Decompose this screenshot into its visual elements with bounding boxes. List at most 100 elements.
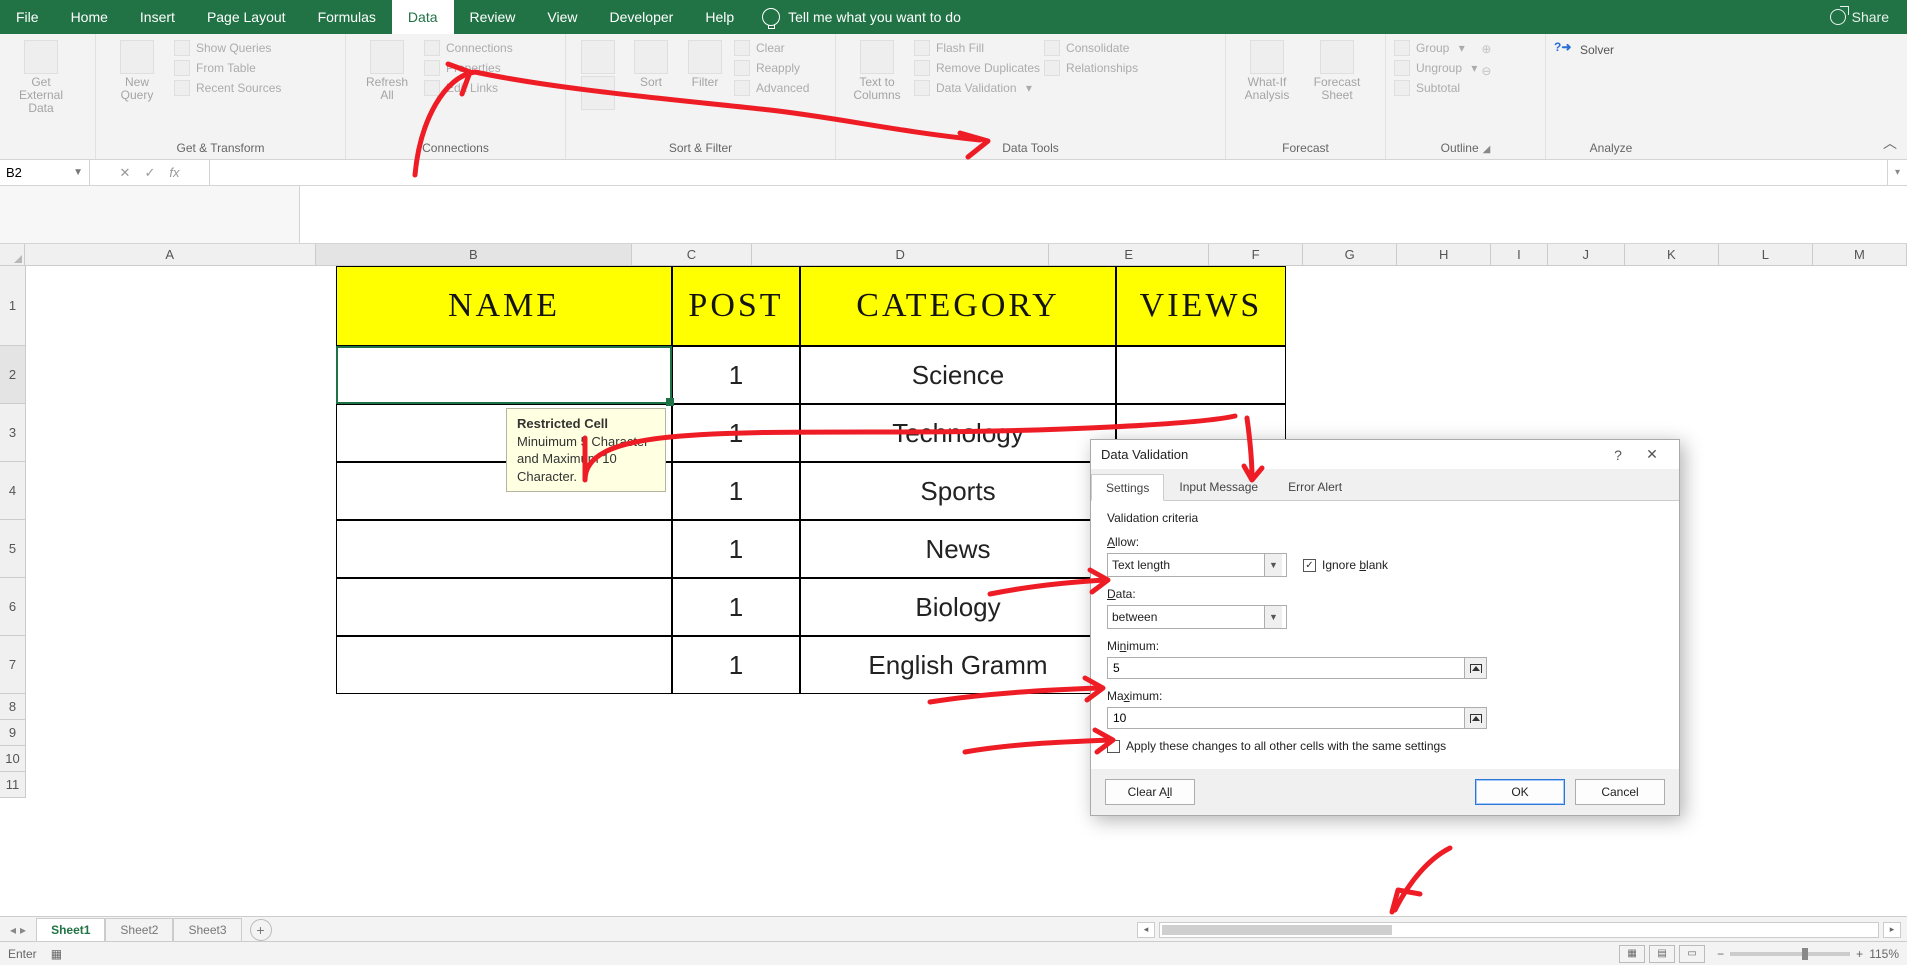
remove-duplicates-button[interactable]: Remove Duplicates	[914, 60, 1040, 76]
data-dropdown[interactable]: between▼	[1107, 605, 1287, 629]
tab-data[interactable]: Data	[392, 0, 454, 34]
outline-minus-icon[interactable]: ⊖	[1481, 64, 1491, 78]
header-category[interactable]: CATEGORY	[800, 266, 1116, 346]
what-if-button[interactable]: What-If Analysis	[1234, 40, 1300, 102]
tell-me[interactable]: Tell me what you want to do	[750, 0, 961, 34]
view-pagelayout-button[interactable]: ▤	[1649, 945, 1675, 963]
zoom-slider[interactable]	[1730, 952, 1850, 956]
clear-filter-button[interactable]: Clear	[734, 40, 809, 56]
sheet-nav-prev[interactable]: ▸	[20, 923, 26, 937]
tab-view[interactable]: View	[531, 0, 593, 34]
cell-category-r2[interactable]: Science	[800, 346, 1116, 404]
row-header-2[interactable]: 2	[0, 346, 26, 404]
cell-post-r7[interactable]: 1	[672, 636, 800, 694]
cell-views-r2[interactable]	[1116, 346, 1286, 404]
cell-name-r7[interactable]	[336, 636, 672, 694]
cell-name-r5[interactable]	[336, 520, 672, 578]
hscroll-left[interactable]: ◂	[1137, 922, 1155, 938]
row-header-8[interactable]: 8	[0, 694, 26, 720]
hscroll-right[interactable]: ▸	[1883, 922, 1901, 938]
minimum-input[interactable]	[1107, 657, 1465, 679]
cell-category-r5[interactable]: News	[800, 520, 1116, 578]
zoom-value[interactable]: 115%	[1869, 947, 1899, 961]
apply-same-settings-checkbox[interactable]: Apply these changes to all other cells w…	[1107, 739, 1663, 753]
col-header-l[interactable]: L	[1719, 244, 1813, 266]
ignore-blank-checkbox[interactable]: ✓Ignore blank	[1303, 558, 1388, 572]
row-header-10[interactable]: 10	[0, 746, 26, 772]
fx-icon[interactable]: fx	[169, 165, 179, 180]
cell-post-r3[interactable]: 1	[672, 404, 800, 462]
consolidate-button[interactable]: Consolidate	[1044, 40, 1138, 56]
maximum-input[interactable]	[1107, 707, 1465, 729]
tab-developer[interactable]: Developer	[594, 0, 690, 34]
cell-name-r6[interactable]	[336, 578, 672, 636]
row-header-11[interactable]: 11	[0, 772, 26, 798]
dialog-tab-settings[interactable]: Settings	[1091, 474, 1164, 501]
range-picker-icon[interactable]	[1465, 657, 1487, 679]
new-query-button[interactable]: New Query	[104, 40, 170, 102]
col-header-g[interactable]: G	[1303, 244, 1397, 266]
forecast-sheet-button[interactable]: Forecast Sheet	[1304, 40, 1370, 102]
header-post[interactable]: POST	[672, 266, 800, 346]
properties-button[interactable]: Properties	[424, 60, 513, 76]
sheet-tab-3[interactable]: Sheet3	[173, 918, 241, 941]
row-header-7[interactable]: 7	[0, 636, 26, 694]
refresh-all-button[interactable]: Refresh All	[354, 40, 420, 102]
connections-button[interactable]: Connections	[424, 40, 513, 56]
col-header-i[interactable]: I	[1491, 244, 1547, 266]
hscroll-track[interactable]	[1159, 922, 1879, 938]
ok-button[interactable]: OK	[1475, 779, 1565, 805]
filter-button[interactable]: Filter	[680, 40, 730, 89]
tab-formulas[interactable]: Formulas	[302, 0, 392, 34]
formula-bar-input[interactable]	[210, 160, 1887, 185]
active-cell-b2[interactable]	[336, 346, 672, 404]
zoom-in-button[interactable]: +	[1856, 947, 1863, 961]
range-picker-icon[interactable]	[1465, 707, 1487, 729]
col-header-h[interactable]: H	[1397, 244, 1491, 266]
hscroll-thumb[interactable]	[1162, 925, 1392, 935]
outline-dialog-launcher[interactable]: ◢	[1483, 144, 1491, 155]
sheet-tab-1[interactable]: Sheet1	[36, 918, 105, 943]
col-header-e[interactable]: E	[1049, 244, 1209, 266]
dialog-tab-input-message[interactable]: Input Message	[1164, 473, 1273, 500]
sheet-nav-first[interactable]: ◂	[10, 923, 16, 937]
col-header-j[interactable]: J	[1548, 244, 1625, 266]
sort-button[interactable]: Sort	[626, 40, 676, 89]
outline-plus-icon[interactable]: ⊕	[1481, 42, 1491, 56]
row-header-9[interactable]: 9	[0, 720, 26, 746]
dialog-tab-error-alert[interactable]: Error Alert	[1273, 473, 1357, 500]
show-queries-button[interactable]: Show Queries	[174, 40, 281, 56]
tab-insert[interactable]: Insert	[124, 0, 191, 34]
cell-category-r7[interactable]: English Gramm	[800, 636, 1116, 694]
cell-category-r6[interactable]: Biology	[800, 578, 1116, 636]
group-button[interactable]: Group ▾	[1394, 40, 1477, 56]
data-validation-button[interactable]: Data Validation ▾	[914, 80, 1040, 96]
from-table-button[interactable]: From Table	[174, 60, 281, 76]
cell-post-r5[interactable]: 1	[672, 520, 800, 578]
recent-sources-button[interactable]: Recent Sources	[174, 80, 281, 96]
macro-record-icon[interactable]: ▦	[51, 947, 62, 961]
tab-pagelayout[interactable]: Page Layout	[191, 0, 302, 34]
tab-home[interactable]: Home	[55, 0, 124, 34]
row-header-3[interactable]: 3	[0, 404, 26, 462]
subtotal-button[interactable]: Subtotal	[1394, 80, 1477, 96]
get-external-data-button[interactable]: Get External Data	[8, 40, 74, 116]
cell-category-r4[interactable]: Sports	[800, 462, 1116, 520]
tab-help[interactable]: Help	[689, 0, 750, 34]
tab-file[interactable]: File	[0, 0, 55, 34]
share-button[interactable]: Share	[1830, 0, 1907, 34]
col-header-d[interactable]: D	[752, 244, 1049, 266]
advanced-filter-button[interactable]: Advanced	[734, 80, 809, 96]
solver-button[interactable]: ?➜Solver	[1554, 40, 1614, 60]
cell-post-r4[interactable]: 1	[672, 462, 800, 520]
view-normal-button[interactable]: ▦	[1619, 945, 1645, 963]
header-views[interactable]: VIEWS	[1116, 266, 1286, 346]
cancel-button[interactable]: Cancel	[1575, 779, 1665, 805]
ungroup-button[interactable]: Ungroup ▾	[1394, 60, 1477, 76]
col-header-b[interactable]: B	[316, 244, 632, 266]
sheet-tab-2[interactable]: Sheet2	[105, 918, 173, 941]
tab-review[interactable]: Review	[454, 0, 532, 34]
col-header-k[interactable]: K	[1625, 244, 1719, 266]
relationships-button[interactable]: Relationships	[1044, 60, 1138, 76]
collapse-ribbon-button[interactable]: ︿	[1883, 133, 1897, 153]
